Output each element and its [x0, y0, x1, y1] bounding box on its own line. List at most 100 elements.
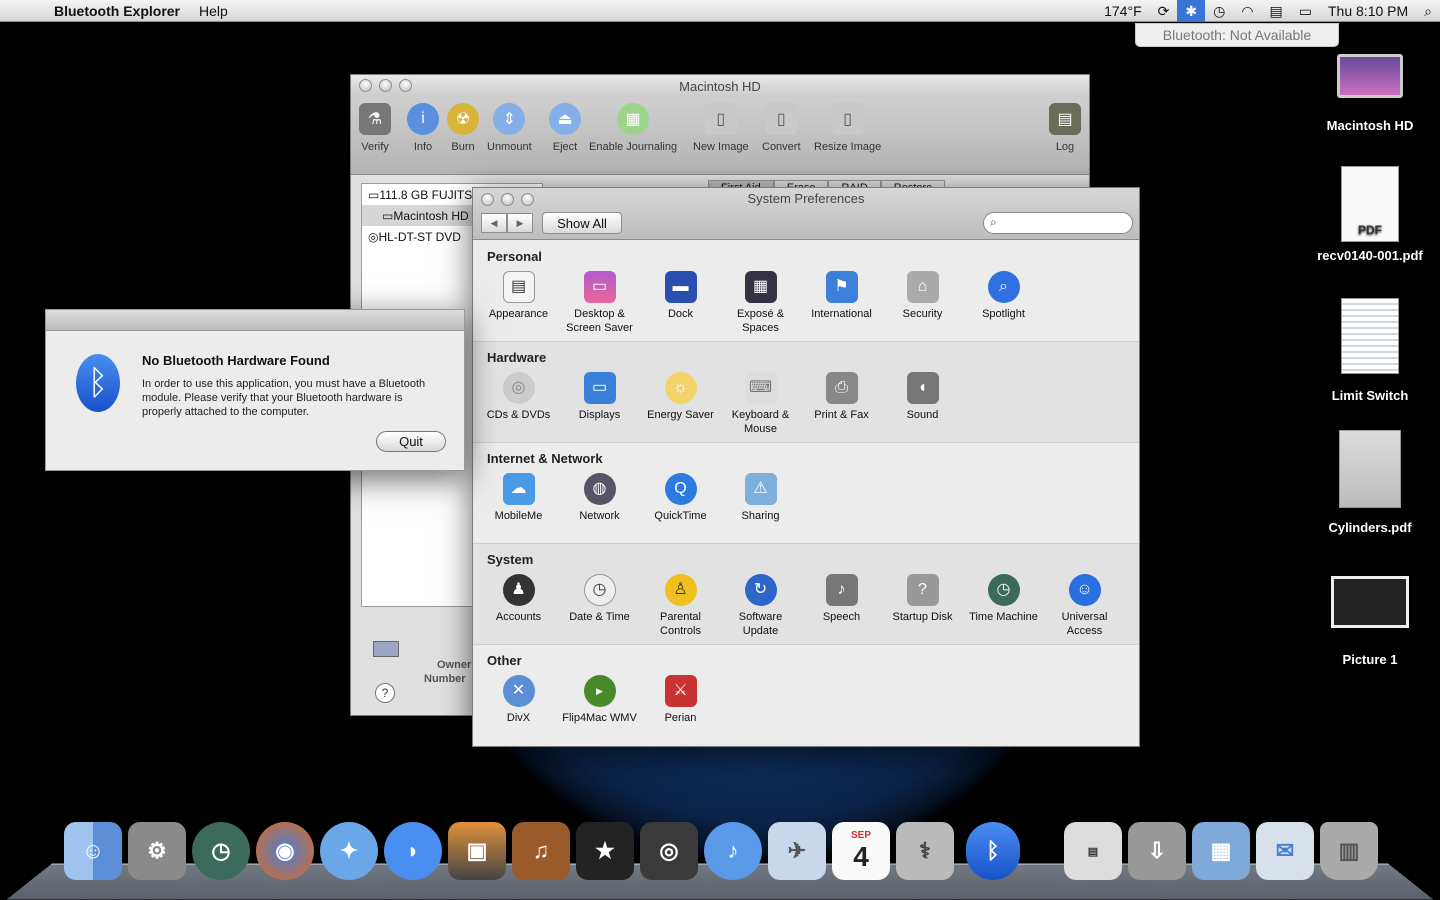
search-icon: ⌕ — [990, 215, 997, 229]
pane-software-update[interactable]: ↻ Software Update — [720, 574, 801, 638]
alert-titlebar[interactable] — [46, 310, 464, 331]
printer-icon: ⎙ — [825, 372, 858, 404]
mail-icon[interactable]: ✉ — [1256, 822, 1314, 880]
convert-button[interactable]: ▯ Convert — [762, 103, 801, 153]
bluetooth-menu-icon[interactable]: ✱ — [1177, 0, 1206, 22]
itunes-icon[interactable]: ♪ — [704, 822, 762, 880]
garageband-icon[interactable]: ♫ — [512, 822, 570, 880]
help-icon[interactable]: ? — [375, 683, 395, 703]
close-button[interactable] — [359, 79, 372, 92]
firefox-icon[interactable]: ◉ — [256, 822, 314, 880]
burn-button[interactable]: ☢ Burn — [447, 103, 479, 153]
downloads-stack-icon[interactable]: ⇩ — [1128, 822, 1186, 880]
pane-perian[interactable]: ⚔ Perian — [640, 675, 721, 725]
logic-icon[interactable]: ◎ — [640, 822, 698, 880]
back-button[interactable]: ◀ — [481, 213, 507, 233]
pdf-document-icon: PDF — [1341, 166, 1399, 242]
new-image-icon: ▯ — [704, 103, 737, 135]
battery-icon[interactable]: ▭ — [1291, 0, 1320, 22]
preview-icon[interactable]: ✈ — [768, 822, 826, 880]
pane-sharing[interactable]: ⚠ Sharing — [720, 473, 801, 523]
finder-icon[interactable]: ☺ — [64, 822, 122, 880]
app-menu[interactable]: Bluetooth Explorer — [54, 3, 180, 19]
sync-icon[interactable]: ⟳ — [1150, 0, 1178, 22]
desktop-icon-cylinders-pdf[interactable]: Cylinders.pdf — [1300, 430, 1440, 535]
temperature-readout[interactable]: 174°F — [1096, 0, 1150, 22]
sharing-folder-icon: ⚠ — [744, 473, 777, 505]
screenshot-thumbnail-icon — [1331, 576, 1409, 628]
search-field[interactable]: ⌕ — [983, 212, 1133, 234]
quicktime-icon: Q — [664, 473, 697, 505]
pane-desktop-screen-saver[interactable]: ▭ Desktop & Screen Saver — [559, 271, 640, 335]
input-flag-icon[interactable]: ▤ — [1262, 0, 1291, 22]
zoom-button[interactable] — [399, 79, 412, 92]
pane-accounts[interactable]: ♟ Accounts — [478, 574, 559, 624]
info-icon: i — [407, 103, 439, 135]
pane-energy-saver[interactable]: ☼ Energy Saver — [640, 372, 721, 422]
clock[interactable]: Thu 8:10 PM — [1320, 0, 1416, 22]
pane-spotlight[interactable]: ⌕ Spotlight — [963, 271, 1044, 321]
clock-icon: ◷ — [583, 574, 616, 606]
trash-icon[interactable]: ▥ — [1320, 822, 1378, 880]
desktop-icon-limit-switch[interactable]: Limit Switch — [1300, 298, 1440, 403]
pane-flip4mac-wmv[interactable]: ▶ Flip4Mac WMV — [559, 675, 640, 725]
pane-time-machine[interactable]: ◷ Time Machine — [963, 574, 1044, 624]
pane-keyboard-mouse[interactable]: ⌨ Keyboard & Mouse — [720, 372, 801, 436]
verify-button[interactable]: ⚗ Verify — [359, 103, 391, 153]
minimize-button[interactable] — [379, 79, 392, 92]
laptop-icon — [1330, 48, 1410, 104]
pane-dock[interactable]: ▬ Dock — [640, 271, 721, 321]
no-bluetooth-alert: ᛒ No Bluetooth Hardware Found In order t… — [45, 309, 465, 471]
documents-stack-icon[interactable]: ▦ — [1192, 822, 1250, 880]
resize-image-button[interactable]: ▯ Resize Image — [814, 103, 881, 153]
pane-expose-spaces[interactable]: ▦ Exposé & Spaces — [720, 271, 801, 335]
pane-cds-dvds[interactable]: ◎ CDs & DVDs — [478, 372, 559, 422]
display-icon: ▭ — [583, 372, 616, 404]
flag-icon: ⚑ — [825, 271, 858, 303]
quit-button[interactable]: Quit — [376, 431, 446, 452]
desktop-icon-macintosh-hd[interactable]: Macintosh HD — [1300, 48, 1440, 133]
desktop-icon-picture-1[interactable]: Picture 1 — [1300, 576, 1440, 667]
info-button[interactable]: i Info — [407, 103, 439, 153]
pane-speech[interactable]: ♪ Speech — [801, 574, 882, 624]
system-preferences-icon[interactable]: ⚙ — [128, 822, 186, 880]
pane-sound[interactable]: ◖ Sound — [882, 372, 963, 422]
pane-security[interactable]: ⌂ Security — [882, 271, 963, 321]
desktop-icon-recv0140-pdf[interactable]: PDF recv0140-001.pdf — [1300, 166, 1440, 263]
bluetooth-explorer-icon[interactable]: ᛒ — [966, 822, 1020, 880]
pane-startup-disk[interactable]: ? Startup Disk — [882, 574, 963, 624]
forward-button[interactable]: ▶ — [507, 213, 533, 233]
imovie-icon[interactable]: ★ — [576, 822, 634, 880]
show-all-button[interactable]: Show All — [542, 212, 622, 234]
pane-international[interactable]: ⚑ International — [801, 271, 882, 321]
iphoto-icon[interactable]: ▣ — [448, 822, 506, 880]
eject-button[interactable]: ⏏ Eject — [549, 103, 581, 153]
spotlight-icon[interactable]: ⌕ — [1416, 0, 1440, 22]
womack-stack-icon[interactable]: ▤ — [1064, 822, 1122, 880]
new-image-button[interactable]: ▯ New Image — [693, 103, 749, 153]
wifi-icon[interactable]: ◠ — [1233, 0, 1261, 22]
disk-utility-titlebar[interactable]: Macintosh HD — [351, 75, 1089, 97]
log-button[interactable]: ▤ Log — [1049, 103, 1081, 153]
pane-displays[interactable]: ▭ Displays — [559, 372, 640, 422]
pane-network[interactable]: ◍ Network — [559, 473, 640, 523]
house-lock-icon: ⌂ — [906, 271, 939, 303]
pane-print-fax[interactable]: ⎙ Print & Fax — [801, 372, 882, 422]
ical-icon[interactable]: SEP 4 — [832, 822, 890, 880]
pane-divx[interactable]: ✕ DivX — [478, 675, 559, 725]
unmount-button[interactable]: ⇕ Unmount — [487, 103, 532, 153]
help-menu[interactable]: Help — [199, 3, 228, 19]
ichat-icon[interactable]: ◗ — [384, 822, 442, 880]
accessibility-icon: ☺ — [1068, 574, 1101, 606]
pane-appearance[interactable]: ▤ Appearance — [478, 271, 559, 321]
disk-utility-icon[interactable]: ⚕ — [896, 822, 954, 880]
pane-quicktime[interactable]: Q QuickTime — [640, 473, 721, 523]
pane-mobileme[interactable]: ☁ MobileMe — [478, 473, 559, 523]
time-machine-icon[interactable]: ◷ — [1205, 0, 1233, 22]
safari-icon[interactable]: ✦ — [320, 822, 378, 880]
time-machine-icon[interactable]: ◷ — [192, 822, 250, 880]
enable-journaling-button[interactable]: ▦ Enable Journaling — [589, 103, 677, 153]
pane-date-time[interactable]: ◷ Date & Time — [559, 574, 640, 624]
pane-parental-controls[interactable]: ♙ Parental Controls — [640, 574, 721, 638]
pane-universal-access[interactable]: ☺ Universal Access — [1044, 574, 1125, 638]
